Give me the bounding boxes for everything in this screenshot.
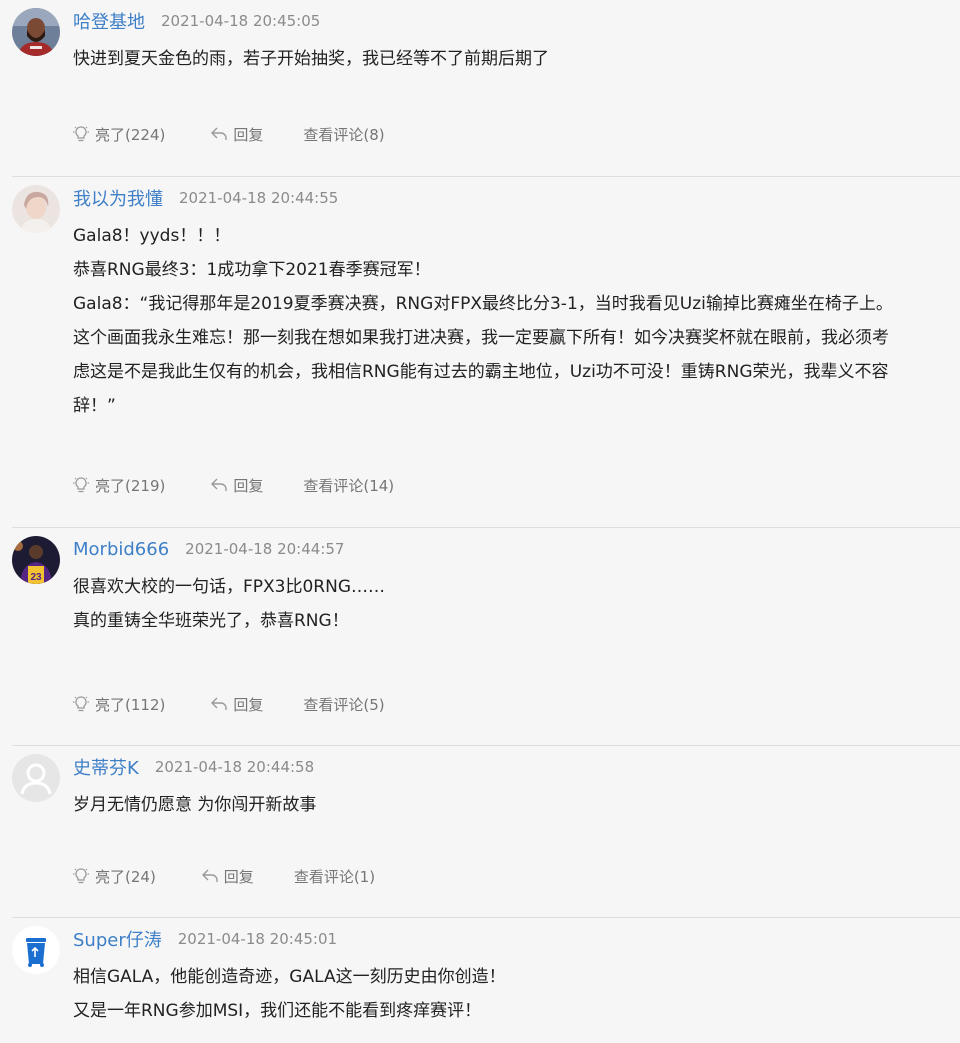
comment-item: 哈登基地 2021-04-18 20:45:05 快进到夏天金色的雨，若子开始抽…	[12, 0, 960, 177]
comment-time: 2021-04-18 20:44:55	[179, 189, 339, 207]
comment-time: 2021-04-18 20:44:57	[185, 540, 345, 558]
lightbulb-icon	[73, 477, 89, 493]
reply-button[interactable]: 回复	[209, 124, 263, 145]
reply-button[interactable]: 回复	[209, 694, 263, 715]
lightbulb-icon	[73, 696, 89, 712]
view-comments-label: 查看评论(8)	[303, 125, 385, 144]
lightbulb-icon	[73, 868, 89, 884]
comment-header: Super仔涛 2021-04-18 20:45:01	[73, 926, 337, 952]
avatar[interactable]	[12, 8, 60, 56]
avatar[interactable]	[12, 926, 60, 974]
comment-text-line: 相信GALA，他能创造奇迹，GALA这一刻历史由你创造！	[73, 967, 506, 987]
comment-text-line: 这个画面我永生难忘！那一刻我在想如果我打进决赛，我一定要赢下所有！如今决赛奖杯就…	[73, 328, 889, 348]
comment-body: Gala8！yyds！！！ 恭喜RNG最终3：1成功拿下2021春季赛冠军！ G…	[73, 219, 960, 423]
comment-actions: 亮了(224) 回复 查看评论(8)	[71, 122, 385, 146]
username[interactable]: 哈登基地	[73, 8, 145, 34]
like-count: 亮了(219)	[95, 476, 166, 495]
avatar[interactable]	[12, 185, 60, 233]
comment-item: 23 Morbid666 2021-04-18 20:44:57 很喜欢大校的一…	[12, 528, 960, 746]
reply-arrow-icon	[211, 697, 228, 710]
like-count: 亮了(24)	[95, 867, 156, 886]
like-button[interactable]: 亮了(224)	[71, 124, 165, 145]
avatar[interactable]	[12, 754, 60, 802]
comment-time: 2021-04-18 20:45:01	[177, 930, 338, 948]
comment-body: 相信GALA，他能创造奇迹，GALA这一刻历史由你创造！ 又是一年RNG参加MS…	[73, 960, 960, 1028]
reply-arrow-icon	[211, 127, 228, 140]
username[interactable]: 我以为我懂	[73, 185, 163, 211]
reply-label: 回复	[223, 867, 254, 886]
view-comments-link[interactable]: 查看评论(14)	[303, 475, 394, 496]
view-comments-label: 查看评论(1)	[293, 867, 376, 886]
like-button[interactable]: 亮了(112)	[71, 694, 165, 715]
comment-body: 很喜欢大校的一句话，FPX3比0RNG…… 真的重铸全华班荣光了，恭喜RNG！	[73, 570, 960, 638]
reply-label: 回复	[233, 695, 264, 714]
comment-text-line: 快进到夏天金色的雨，若子开始抽奖，我已经等不了前期后期了	[73, 49, 549, 69]
comment-actions: 亮了(219) 回复 查看评论(14)	[71, 473, 394, 497]
avatar[interactable]: 23	[12, 536, 60, 584]
view-comments-link[interactable]: 查看评论(8)	[303, 124, 384, 145]
comment-header: Morbid666 2021-04-18 20:44:57	[73, 536, 344, 562]
like-button[interactable]: 亮了(24)	[71, 866, 156, 887]
comment-header: 史蒂芬K 2021-04-18 20:44:58	[73, 754, 314, 780]
view-comments-link[interactable]: 查看评论(5)	[303, 694, 384, 715]
comment-text-line: 真的重铸全华班荣光了，恭喜RNG！	[73, 611, 349, 631]
view-comments-label: 查看评论(14)	[303, 476, 395, 495]
comment-feed: 哈登基地 2021-04-18 20:45:05 快进到夏天金色的雨，若子开始抽…	[0, 0, 960, 1043]
comment-header: 哈登基地 2021-04-18 20:45:05	[73, 8, 320, 34]
comment-item: 史蒂芬K 2021-04-18 20:44:58 岁月无情仍愿意 为你闯开新故事…	[12, 746, 960, 918]
username[interactable]: 史蒂芬K	[73, 754, 139, 780]
svg-text:23: 23	[30, 572, 42, 583]
comment-text-line: 恭喜RNG最终3：1成功拿下2021春季赛冠军！	[73, 260, 431, 280]
like-count: 亮了(224)	[95, 125, 166, 144]
comment-text-line: 很喜欢大校的一句话，FPX3比0RNG……	[73, 577, 386, 597]
comment-text-line: 虑这是不是我此生仅有的机会，我相信RNG能有过去的霸主地位，Uzi功不可没！重铸…	[73, 362, 889, 382]
comment-text-line: Gala8：“我记得那年是2019夏季赛决赛，RNG对FPX最终比分3-1，当时…	[73, 294, 893, 314]
comment-time: 2021-04-18 20:44:58	[154, 758, 315, 776]
username[interactable]: Super仔涛	[73, 926, 162, 952]
reply-label: 回复	[233, 125, 264, 144]
reply-button[interactable]: 回复	[200, 866, 254, 887]
comment-text-line: 岁月无情仍愿意 为你闯开新故事	[73, 795, 317, 815]
like-count: 亮了(112)	[95, 695, 166, 714]
view-comments-label: 查看评论(5)	[303, 695, 385, 714]
reply-label: 回复	[233, 476, 264, 495]
reply-button[interactable]: 回复	[209, 475, 263, 496]
comment-header: 我以为我懂 2021-04-18 20:44:55	[73, 185, 338, 211]
comment-actions: 亮了(24) 回复 查看评论(1)	[71, 864, 375, 888]
comment-body: 快进到夏天金色的雨，若子开始抽奖，我已经等不了前期后期了	[73, 42, 960, 76]
comment-text-line: 又是一年RNG参加MSI，我们还能不能看到疼痒赛评！	[73, 1001, 482, 1021]
username[interactable]: Morbid666	[73, 539, 169, 560]
reply-arrow-icon	[201, 869, 218, 882]
comment-text-line: 辞！”	[73, 396, 116, 416]
default-user-icon	[12, 754, 60, 802]
lightbulb-icon	[73, 126, 89, 142]
comment-item: Super仔涛 2021-04-18 20:45:01 相信GALA，他能创造奇…	[12, 918, 960, 1043]
comment-body: 岁月无情仍愿意 为你闯开新故事	[73, 788, 960, 822]
view-comments-link[interactable]: 查看评论(1)	[294, 866, 375, 887]
reply-arrow-icon	[211, 478, 228, 491]
comment-item: 我以为我懂 2021-04-18 20:44:55 Gala8！yyds！！！ …	[12, 177, 960, 528]
like-button[interactable]: 亮了(219)	[71, 475, 165, 496]
recycle-bin-icon	[12, 926, 60, 974]
comment-time: 2021-04-18 20:45:05	[161, 12, 321, 30]
comment-actions: 亮了(112) 回复 查看评论(5)	[71, 692, 385, 716]
comment-text-line: Gala8！yyds！！！	[73, 226, 231, 246]
